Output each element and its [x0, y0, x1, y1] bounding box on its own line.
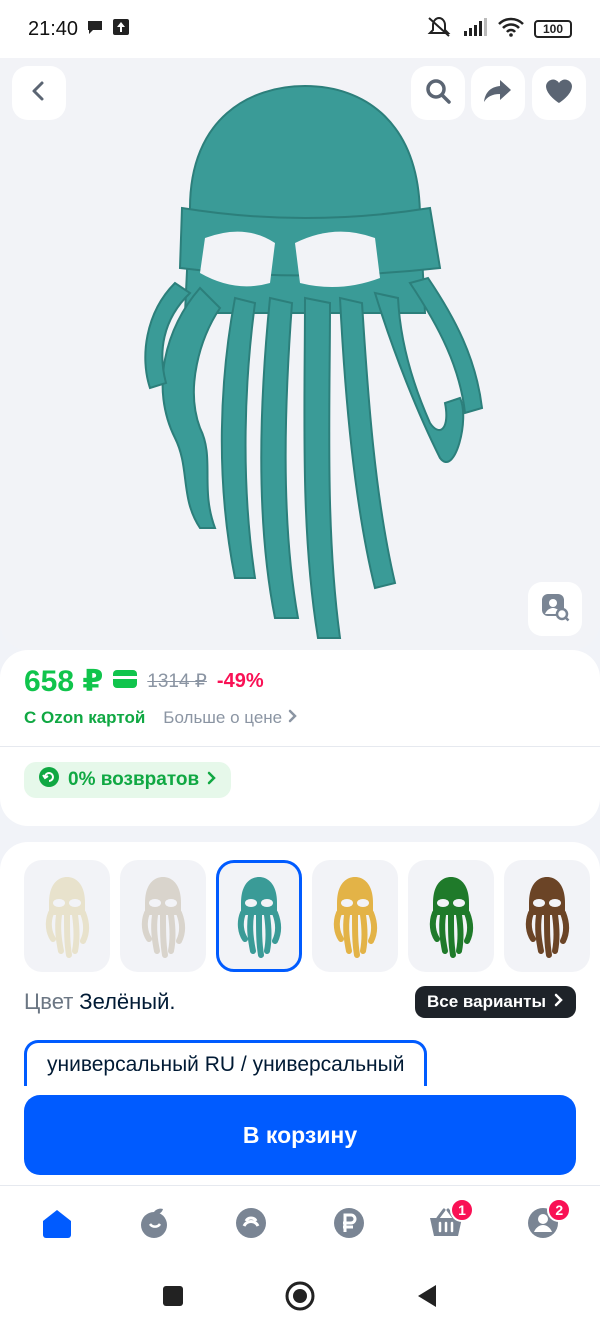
recents-button[interactable] [162, 1285, 184, 1312]
bottom-navigation: 1 2 [0, 1185, 600, 1265]
system-navigation [0, 1265, 600, 1332]
status-bar: 21:40 100 [0, 0, 600, 58]
heart-icon [544, 77, 574, 110]
returns-label: 0% возвратов [68, 769, 200, 790]
back-icon [27, 79, 51, 108]
ozon-card-label: С Ozon картой [24, 708, 146, 727]
old-price: 1314 ₽ [147, 671, 207, 692]
product-image [144, 84, 484, 639]
add-to-cart-button[interactable]: В корзину [24, 1095, 576, 1175]
profile-badge: 2 [547, 1197, 572, 1222]
size-value: универсальный RU / универсальный [47, 1052, 405, 1076]
back-system-button[interactable] [416, 1284, 438, 1313]
variant-thumbnails [24, 860, 590, 972]
divider [0, 746, 600, 747]
price-card: 658 ₽ 1314 ₽ -49% С Ozon картой Больше о… [0, 650, 600, 826]
variant-image [141, 877, 185, 958]
chat-notification-icon [86, 18, 104, 41]
favorite-button[interactable] [532, 66, 586, 120]
back-button[interactable] [12, 66, 66, 120]
return-icon [38, 766, 60, 794]
battery-indicator: 100 [534, 20, 572, 38]
ozon-logo-icon [234, 1206, 268, 1245]
search-button[interactable] [411, 66, 465, 120]
all-variants-button[interactable]: Все варианты [415, 986, 576, 1018]
variant-thumbnail[interactable] [24, 860, 110, 972]
discount-badge: -49% [216, 670, 264, 692]
variant-thumbnail[interactable] [408, 860, 494, 972]
chevron-right-icon [288, 708, 298, 728]
color-label: Цвет [24, 989, 74, 1014]
product-gallery[interactable] [0, 58, 600, 650]
search-icon [424, 77, 452, 110]
nav-finance[interactable] [319, 1196, 379, 1256]
variant-thumbnail[interactable] [216, 860, 302, 972]
chevron-right-icon [207, 769, 217, 791]
home-icon [40, 1207, 74, 1244]
variant-thumbnail[interactable] [504, 860, 590, 972]
image-search-icon [540, 592, 570, 627]
more-about-price-link[interactable]: Больше о цене [163, 708, 298, 728]
variant-image [429, 877, 473, 958]
variant-image [525, 877, 569, 958]
variant-image [45, 877, 89, 958]
ozon-card-icon [113, 670, 138, 693]
nav-home[interactable] [27, 1196, 87, 1256]
ruble-icon [332, 1206, 366, 1245]
cart-badge: 1 [449, 1197, 474, 1222]
current-price: 658 ₽ [24, 665, 104, 698]
fresh-icon [137, 1206, 171, 1245]
color-value: Зелёный. [79, 989, 176, 1014]
upload-notification-icon [112, 18, 130, 41]
signal-icon [462, 17, 488, 42]
chevron-right-icon [554, 992, 564, 1012]
variant-thumbnail[interactable] [120, 860, 206, 972]
status-time: 21:40 [28, 17, 79, 40]
share-button[interactable] [471, 66, 525, 120]
nav-profile[interactable]: 2 [513, 1196, 573, 1256]
share-icon [483, 78, 513, 109]
all-variants-label: Все варианты [427, 992, 546, 1011]
variant-image [333, 877, 377, 958]
image-search-button[interactable] [528, 582, 582, 636]
variant-image [237, 877, 281, 958]
size-selector[interactable]: универсальный RU / универсальный [24, 1040, 428, 1086]
wifi-icon [498, 17, 524, 42]
nav-ozon[interactable] [221, 1196, 281, 1256]
nav-cart[interactable]: 1 [416, 1196, 476, 1256]
returns-badge[interactable]: 0% возвратов [24, 762, 232, 798]
variant-thumbnail[interactable] [312, 860, 398, 972]
variants-card: Цвет Зелёный. Все варианты универсальный… [0, 842, 600, 1242]
home-system-button[interactable] [284, 1280, 316, 1317]
nav-fresh[interactable] [124, 1196, 184, 1256]
mute-icon [426, 16, 452, 43]
more-about-price-label: Больше о цене [163, 708, 283, 727]
